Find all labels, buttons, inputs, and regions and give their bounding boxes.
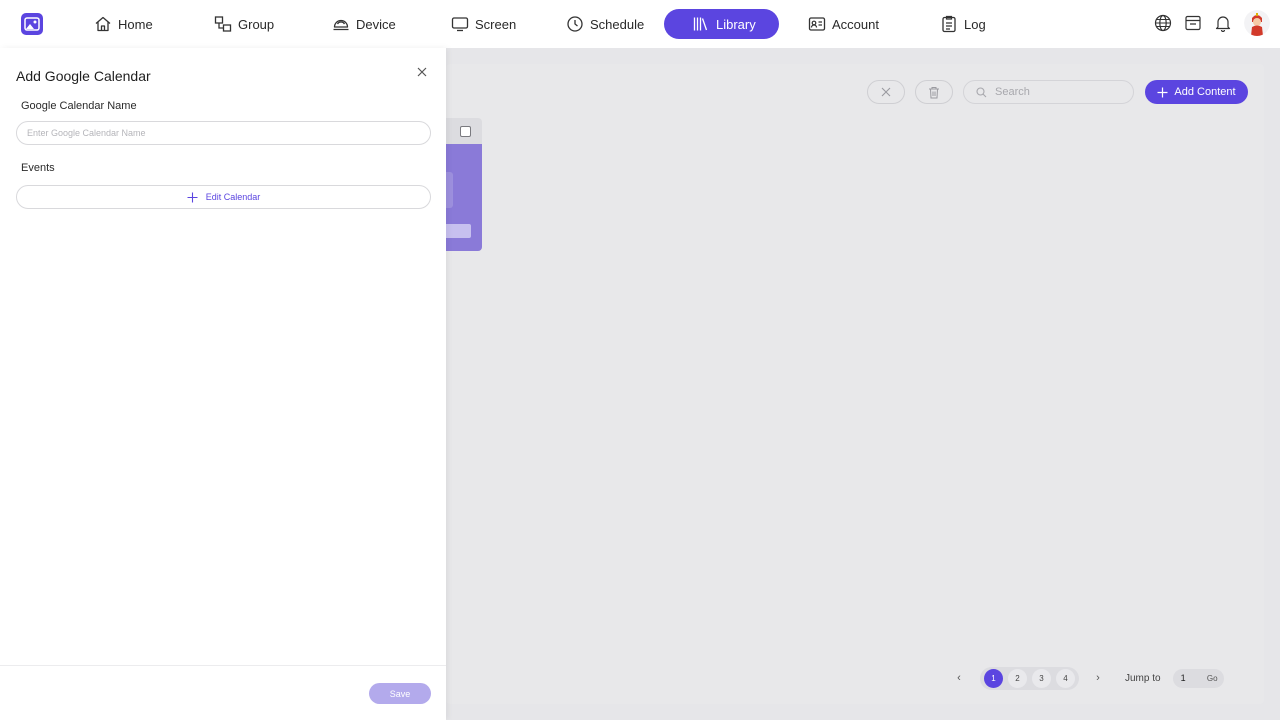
top-navigation-bar: Home Group Device Screen Schedule Librar…	[0, 0, 1280, 48]
drawer-footer-divider	[0, 665, 446, 666]
add-content-button[interactable]: Add Content	[1145, 80, 1248, 104]
library-icon	[693, 17, 708, 31]
nav-item-group[interactable]: Group	[202, 9, 286, 39]
content-card[interactable]	[440, 118, 482, 251]
nav-label-schedule: Schedule	[590, 16, 645, 32]
page-button[interactable]: 2	[1008, 668, 1027, 688]
page-button[interactable]: 1	[984, 668, 1003, 688]
avatar[interactable]	[1244, 10, 1270, 36]
library-content-panel	[446, 64, 1264, 704]
trash-icon	[929, 86, 939, 98]
prev-page-icon[interactable]: ‹	[950, 672, 968, 684]
jump-to-input[interactable]: 1 Go	[1172, 668, 1224, 688]
drawer-title: Add Google Calendar	[16, 68, 151, 84]
jump-to-label: Jump to	[1125, 672, 1161, 684]
calendar-name-label: Google Calendar Name	[21, 100, 137, 112]
search-placeholder: Search	[995, 86, 1030, 98]
group-icon	[214, 16, 232, 32]
screen-icon	[451, 17, 469, 32]
nav-item-screen[interactable]: Screen	[439, 9, 528, 39]
store-icon[interactable]	[1184, 14, 1202, 32]
next-page-icon[interactable]: ›	[1089, 672, 1107, 684]
page-button[interactable]: 3	[1032, 668, 1051, 688]
bell-icon[interactable]	[1214, 14, 1232, 32]
plus-icon	[1157, 87, 1168, 97]
page-list: 1 2 3 4	[980, 666, 1079, 690]
nav-item-library[interactable]: Library	[664, 9, 779, 39]
add-content-label: Add Content	[1174, 86, 1236, 98]
pagination: ‹ 1 2 3 4 › Jump to 1 Go	[950, 666, 1224, 690]
schedule-icon	[567, 16, 583, 32]
nav-label-home: Home	[118, 16, 153, 32]
save-button[interactable]: Save	[369, 683, 431, 704]
device-icon	[333, 19, 349, 31]
card-checkbox[interactable]	[460, 126, 471, 137]
account-icon	[808, 17, 826, 31]
jump-to-value: 1	[1180, 673, 1186, 683]
close-icon	[881, 87, 891, 97]
log-icon	[942, 15, 956, 33]
nav-label-group: Group	[238, 16, 275, 32]
add-google-calendar-drawer: Add Google Calendar Google Calendar Name…	[0, 48, 446, 720]
search-icon	[976, 86, 987, 97]
page-button[interactable]: 4	[1056, 668, 1075, 688]
nav-item-device[interactable]: Device	[320, 9, 408, 39]
nav-item-schedule[interactable]: Schedule	[554, 9, 656, 39]
close-icon[interactable]	[416, 66, 428, 78]
nav-item-account[interactable]: Account	[796, 9, 891, 39]
app-logo-icon[interactable]	[21, 13, 43, 35]
nav-label-account: Account	[832, 16, 879, 32]
go-button[interactable]: Go	[1207, 674, 1218, 683]
nav-label-screen: Screen	[475, 16, 517, 32]
nav-item-home[interactable]: Home	[82, 9, 165, 39]
clear-selection-button[interactable]	[867, 80, 905, 104]
calendar-name-input[interactable]	[16, 121, 431, 145]
events-label: Events	[21, 162, 55, 174]
delete-button[interactable]	[915, 80, 953, 104]
nav-label-log: Log	[964, 16, 986, 32]
nav-label-library: Library	[716, 16, 756, 32]
edit-calendar-button[interactable]: Edit Calendar	[16, 185, 431, 209]
globe-icon[interactable]	[1154, 14, 1172, 32]
header-actions	[1154, 10, 1270, 36]
nav-item-log[interactable]: Log	[928, 9, 998, 39]
edit-calendar-label: Edit Calendar	[205, 192, 261, 202]
home-icon	[95, 16, 111, 32]
plus-icon	[187, 192, 198, 202]
nav-label-device: Device	[356, 16, 396, 32]
search-box[interactable]: Search	[963, 80, 1134, 104]
